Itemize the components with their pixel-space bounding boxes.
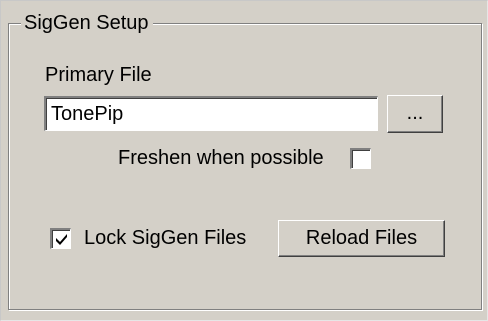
groupbox-title: SigGen Setup xyxy=(21,8,153,38)
primary-file-label: Primary File xyxy=(45,64,152,86)
lock-siggen-label: Lock SigGen Files xyxy=(84,227,247,249)
browse-button[interactable]: ... xyxy=(387,95,443,133)
lock-siggen-checkbox[interactable] xyxy=(50,228,71,249)
freshen-label: Freshen when possible xyxy=(118,147,324,169)
browse-button-label: ... xyxy=(406,101,424,124)
freshen-checkbox[interactable] xyxy=(350,148,371,169)
reload-files-button[interactable]: Reload Files xyxy=(278,220,445,257)
primary-file-input[interactable]: TonePip xyxy=(44,96,378,131)
reload-files-label: Reload Files xyxy=(305,227,418,249)
checkmark-icon xyxy=(56,234,67,245)
